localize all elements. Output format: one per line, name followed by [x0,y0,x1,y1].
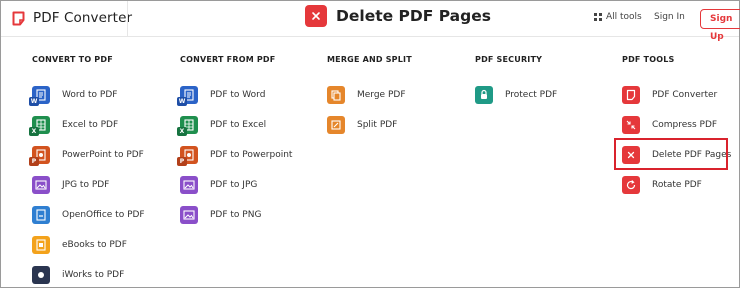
menu-item-ebooks-to-pdf[interactable]: eBooks to PDF [32,235,127,255]
pdf-converter-logo-icon [12,11,25,25]
image-icon [180,206,198,224]
pdf-security-column: PDF SECURITY [475,55,542,69]
menu-item-label: Word to PDF [62,90,118,100]
menu-item-rotate-pdf[interactable]: Rotate PDF [622,175,702,195]
menu-item-label: PDF to Powerpoint [210,150,293,160]
menu-item-label: Split PDF [357,120,398,130]
menu-item-protect-pdf[interactable]: Protect PDF [475,85,557,105]
all-tools-button[interactable]: All tools [594,12,642,22]
page-title-group: Delete PDF Pages [305,3,491,29]
column-heading: PDF SECURITY [475,55,543,64]
rotate-icon [622,176,640,194]
page-title: Delete PDF Pages [336,7,491,25]
all-tools-label: All tools [606,12,642,22]
menu-item-label: iWorks to PDF [62,270,125,280]
menu-item-pdf-to-jpg[interactable]: PDF to JPG [180,175,257,195]
convert-from-pdf-column: CONVERT FROM PDF [180,55,275,69]
brand-name: PDF Converter [33,10,133,26]
excel-icon: X [177,116,198,136]
word-icon: W [29,86,50,106]
menu-item-compress-pdf[interactable]: Compress PDF [622,115,717,135]
menu-item-iworks-to-pdf[interactable]: iWorks to PDF [32,265,124,285]
menu-item-label: Compress PDF [652,120,718,130]
menu-item-label: PDF to PNG [210,210,262,220]
delete-icon [305,5,327,27]
menu-item-label: PDF Converter [652,90,718,100]
openoffice-icon [32,206,50,224]
grid-icon [594,13,602,21]
ebook-icon [32,236,50,254]
menu-item-label: OpenOffice to PDF [62,210,145,220]
merge-icon [327,86,345,104]
menu-item-label: JPG to PDF [62,180,110,190]
menu-item-label: Excel to PDF [62,120,119,130]
menu-item-label: Merge PDF [357,90,406,100]
menu-item-label: PDF to JPG [210,180,258,190]
brand-link[interactable]: PDF Converter [11,7,132,29]
header-divider [127,1,128,37]
column-heading: CONVERT TO PDF [32,55,113,64]
menu-item-jpg-to-pdf[interactable]: JPG to PDF [32,175,109,195]
menu-item-powerpoint-to-pdf[interactable]: P PowerPoint to PDF [29,145,144,166]
convert-to-pdf-column: CONVERT TO PDF [32,55,113,69]
menu-item-pdf-to-png[interactable]: PDF to PNG [180,205,261,225]
menu-item-merge-pdf[interactable]: Merge PDF [327,85,406,105]
menu-item-label: eBooks to PDF [62,240,127,250]
pdf-tools-column: PDF TOOLS [622,55,674,69]
word-icon: W [177,86,198,106]
lock-icon [475,86,493,104]
menu-item-pdf-to-powerpoint[interactable]: P PDF to Powerpoint [177,145,293,166]
delete-pdf-pages-highlight-box [614,138,728,170]
menu-item-label: Protect PDF [505,90,558,100]
menu-item-pdf-to-word[interactable]: W PDF to Word [177,85,266,106]
menu-item-label: PDF to Excel [210,120,267,130]
pdf-converter-icon [622,86,640,104]
top-header: PDF Converter Delete PDF Pages All tools… [1,1,740,42]
powerpoint-icon: P [177,146,198,166]
column-heading: MERGE AND SPLIT [327,55,412,64]
excel-icon: X [29,116,50,136]
compress-icon [622,116,640,134]
column-heading: PDF TOOLS [622,55,675,64]
merge-and-split-column: MERGE AND SPLIT [327,55,412,69]
menu-item-pdf-to-excel[interactable]: X PDF to Excel [177,115,267,136]
menu-item-word-to-pdf[interactable]: W Word to PDF [29,85,118,106]
split-icon [327,116,345,134]
sign-up-button[interactable]: Sign Up [700,9,740,42]
image-icon [32,176,50,194]
iworks-icon [32,266,50,284]
menu-item-excel-to-pdf[interactable]: X Excel to PDF [29,115,119,136]
menu-item-openoffice-to-pdf[interactable]: OpenOffice to PDF [32,205,145,225]
powerpoint-icon: P [29,146,50,166]
menu-item-label: PowerPoint to PDF [62,150,144,160]
menu-item-label: PDF to Word [210,90,266,100]
menu-item-label: Rotate PDF [652,180,702,190]
menu-item-split-pdf[interactable]: Split PDF [327,115,397,135]
column-heading: CONVERT FROM PDF [180,55,276,64]
image-icon [180,176,198,194]
sign-in-link[interactable]: Sign In [654,12,685,22]
menu-item-pdf-converter[interactable]: PDF Converter [622,85,717,105]
